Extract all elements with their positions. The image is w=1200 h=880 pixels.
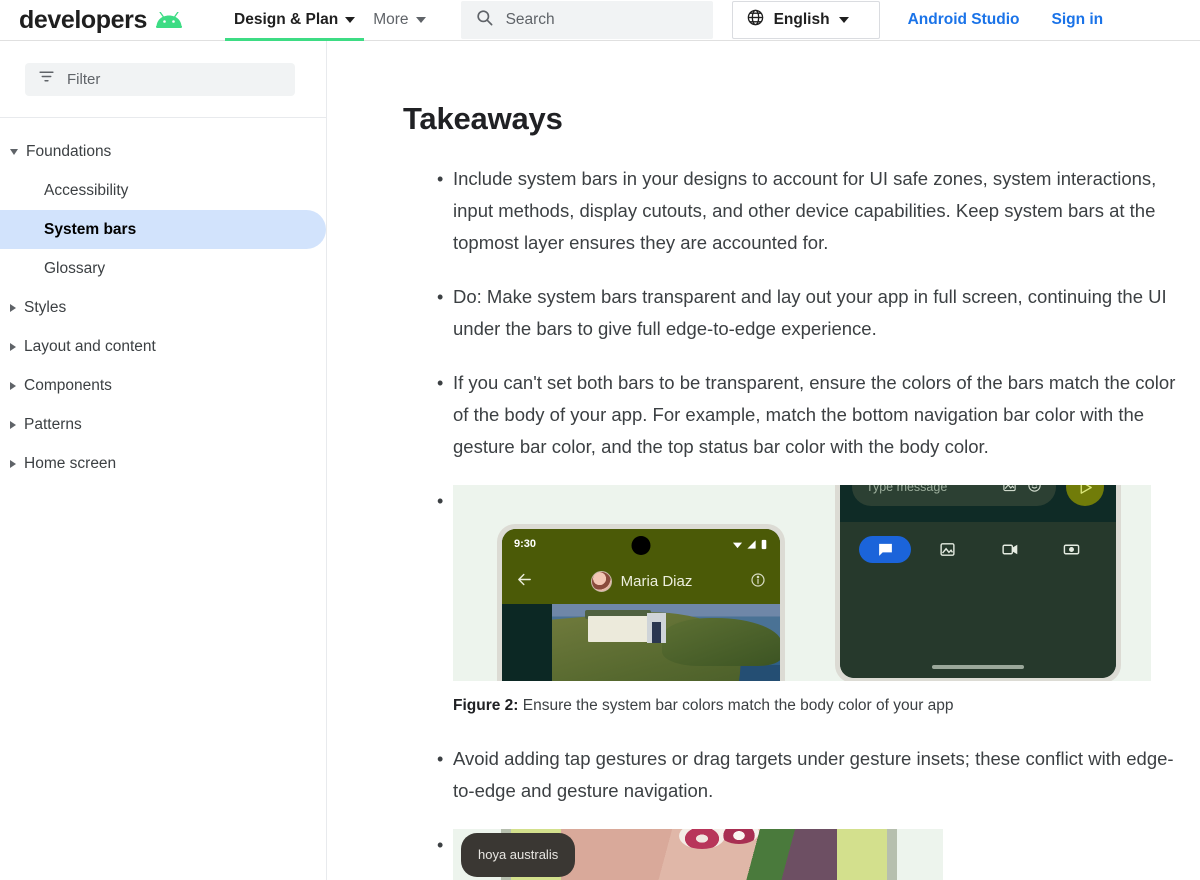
chevron-down-icon xyxy=(416,17,426,23)
sidebar-item-layout-and-content[interactable]: Layout and content xyxy=(0,327,326,366)
phone-mockup-left: 9:30 xyxy=(497,524,785,681)
filter-icon xyxy=(38,68,55,90)
sidebar-filter-area: Filter xyxy=(0,41,326,118)
status-time: 9:30 xyxy=(514,529,536,560)
nav-item-chat[interactable] xyxy=(859,536,911,563)
figure-2-container: 9:30 xyxy=(403,485,1176,717)
sidebar-item-components[interactable]: Components xyxy=(0,366,326,405)
emoji-icon[interactable] xyxy=(1027,485,1042,503)
filter-placeholder: Filter xyxy=(67,71,100,88)
figure-2-caption: Figure 2: Ensure the system bar colors m… xyxy=(453,695,1176,717)
app-bar: Maria Diaz xyxy=(502,559,780,604)
nav-item-video[interactable] xyxy=(983,536,1035,563)
language-value: English xyxy=(774,11,830,29)
sidebar-item-foundations[interactable]: Foundations xyxy=(0,132,326,171)
chevron-down-icon xyxy=(345,17,355,23)
sidebar-item-label: Layout and content xyxy=(24,338,156,356)
triangle-right-icon xyxy=(10,382,16,390)
logo-text: developers xyxy=(19,8,147,33)
triangle-right-icon xyxy=(10,304,16,312)
status-icons xyxy=(732,539,768,550)
message-input[interactable]: Type message xyxy=(852,485,1056,506)
nav-tab-more[interactable]: More xyxy=(364,0,434,41)
figure-2-image: 9:30 xyxy=(453,485,1151,681)
figure-3-container: hoya australis xyxy=(403,829,1176,880)
search-placeholder: Search xyxy=(506,11,555,29)
search-icon xyxy=(475,8,494,32)
sidebar-item-glossary[interactable]: Glossary xyxy=(0,249,326,288)
figure-2-caption-label: Figure 2: xyxy=(453,697,518,714)
info-circle-icon[interactable] xyxy=(750,566,766,598)
sidebar-item-label: Styles xyxy=(24,299,66,317)
image-icon[interactable] xyxy=(1002,485,1017,503)
list-item: Do: Make system bars transparent and lay… xyxy=(403,281,1176,345)
list-item: If you can't set both bars to be transpa… xyxy=(403,367,1176,463)
sidebar-item-patterns[interactable]: Patterns xyxy=(0,405,326,444)
site-logo[interactable]: developers xyxy=(19,0,183,41)
sidebar-item-label: Components xyxy=(24,377,112,395)
takeaways-list: Include system bars in your designs to a… xyxy=(403,163,1176,880)
sidebar-item-styles[interactable]: Styles xyxy=(0,288,326,327)
triangle-right-icon xyxy=(10,460,16,468)
gesture-handle[interactable] xyxy=(932,665,1024,669)
camera-cutout-icon xyxy=(632,536,651,555)
sidebar-item-label: Accessibility xyxy=(44,182,128,200)
triangle-right-icon xyxy=(10,421,16,429)
message-input-placeholder: Type message xyxy=(866,485,992,503)
sidebar-nav-list: Foundations Accessibility System bars Gl… xyxy=(0,118,326,483)
status-bar: 9:30 xyxy=(502,529,780,559)
figure-2-caption-text: Ensure the system bar colors match the b… xyxy=(523,697,954,714)
list-item: Avoid adding tap gestures or drag target… xyxy=(403,743,1176,807)
signal-icon xyxy=(746,539,757,550)
sidebar-item-label: Foundations xyxy=(26,143,111,161)
message-composer: Type message xyxy=(840,485,1116,522)
send-icon xyxy=(1077,485,1094,496)
search-input[interactable]: Search xyxy=(461,1,713,39)
page-title: Takeaways xyxy=(403,101,1176,137)
sidebar-item-label: Glossary xyxy=(44,260,105,278)
globe-icon xyxy=(746,8,765,32)
sidebar-item-label: Patterns xyxy=(24,416,82,434)
wifi-icon xyxy=(732,539,743,550)
sidebar-item-system-bars[interactable]: System bars xyxy=(0,210,326,249)
sidebar-item-label: Home screen xyxy=(24,455,116,473)
plant-name-chip[interactable]: hoya australis xyxy=(461,833,575,877)
header-links: Android Studio Sign in xyxy=(908,11,1104,29)
sidebar-item-accessibility[interactable]: Accessibility xyxy=(0,171,326,210)
figure-3-image: hoya australis xyxy=(453,829,943,880)
triangle-right-icon xyxy=(10,343,16,351)
nav-tab-design-and-plan[interactable]: Design & Plan xyxy=(225,0,364,41)
triangle-down-icon xyxy=(10,149,18,155)
primary-nav: Design & Plan More xyxy=(225,0,435,41)
android-robot-head-icon xyxy=(155,12,183,28)
chevron-down-icon xyxy=(839,17,849,23)
nav-item-photos[interactable] xyxy=(921,536,973,563)
sidebar-item-home-screen[interactable]: Home screen xyxy=(0,444,326,483)
conversation-photo xyxy=(502,604,780,681)
send-button[interactable] xyxy=(1066,485,1104,506)
sidebar: Filter Foundations Accessibility System … xyxy=(0,41,327,880)
list-item: Include system bars in your designs to a… xyxy=(403,163,1176,259)
chat-icon xyxy=(877,541,894,558)
nav-item-payment[interactable] xyxy=(1045,536,1097,563)
contact-avatar xyxy=(591,571,612,592)
main-content: Takeaways Include system bars in your de… xyxy=(352,41,1200,880)
phone-mockup-right: Type message xyxy=(835,485,1121,681)
sign-in-link[interactable]: Sign in xyxy=(1051,11,1103,29)
plant-hero-photo xyxy=(561,829,837,880)
nav-tab-label: More xyxy=(373,11,408,29)
sidebar-item-label: System bars xyxy=(44,221,136,239)
language-selector[interactable]: English xyxy=(732,1,880,39)
battery-icon xyxy=(760,539,768,550)
bottom-navigation-bar xyxy=(840,522,1116,678)
arrow-left-icon[interactable] xyxy=(516,566,533,598)
nav-tab-label: Design & Plan xyxy=(234,11,338,29)
filter-input[interactable]: Filter xyxy=(25,63,295,96)
site-header: developers Design & Plan More xyxy=(0,0,1200,41)
contact-name: Maria Diaz xyxy=(621,566,693,598)
android-studio-link[interactable]: Android Studio xyxy=(908,11,1020,29)
